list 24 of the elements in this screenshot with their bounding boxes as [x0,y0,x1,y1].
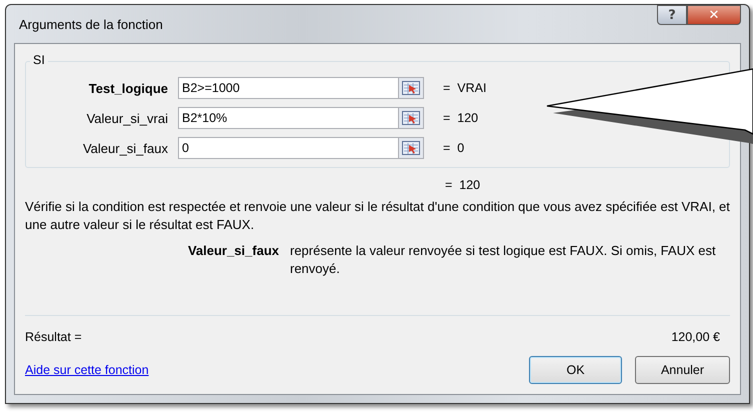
argument-field[interactable]: B2>=1000 [178,77,424,99]
cancel-button[interactable]: Annuler [635,356,730,384]
formula-result: = 120 [445,178,480,192]
argument-result: = 120 [443,111,478,125]
range-select-icon[interactable] [398,78,423,98]
result-label: Résultat = [25,330,82,344]
range-select-icon[interactable] [398,138,423,158]
help-button[interactable]: ? [657,5,687,25]
range-select-icon[interactable] [398,108,423,128]
result-value: 120,00 € [671,330,720,344]
ok-button[interactable]: OK [529,356,622,384]
argument-help-text: représente la valeur renvoyée si test logique est FAUX. Si omis, FAUX est renvoyé. [290,242,717,278]
argument-label: Valeur_si_vrai [86,110,169,126]
argument-result: = 0 [443,141,464,155]
group-title: SI [30,53,48,67]
argument-label: Valeur_si_faux [82,140,169,156]
function-description: Vérifie si la condition est respectée et renvoie une valeur si le résultat d'une condition que vous avez spécifiée est VRAI, et une autre valeur si le résultat est FAUX. [25,198,731,234]
argument-label: Test_logique [88,80,169,96]
argument-result: = VRAI [443,81,486,95]
window-title: Arguments de la fonction [18,16,163,32]
argument-help-label: Valeur_si_faux [186,242,280,260]
help-link[interactable]: Aide sur cette fonction [25,363,149,377]
argument-field[interactable]: B2*10% [178,107,424,129]
argument-field[interactable]: 0 [178,137,424,159]
